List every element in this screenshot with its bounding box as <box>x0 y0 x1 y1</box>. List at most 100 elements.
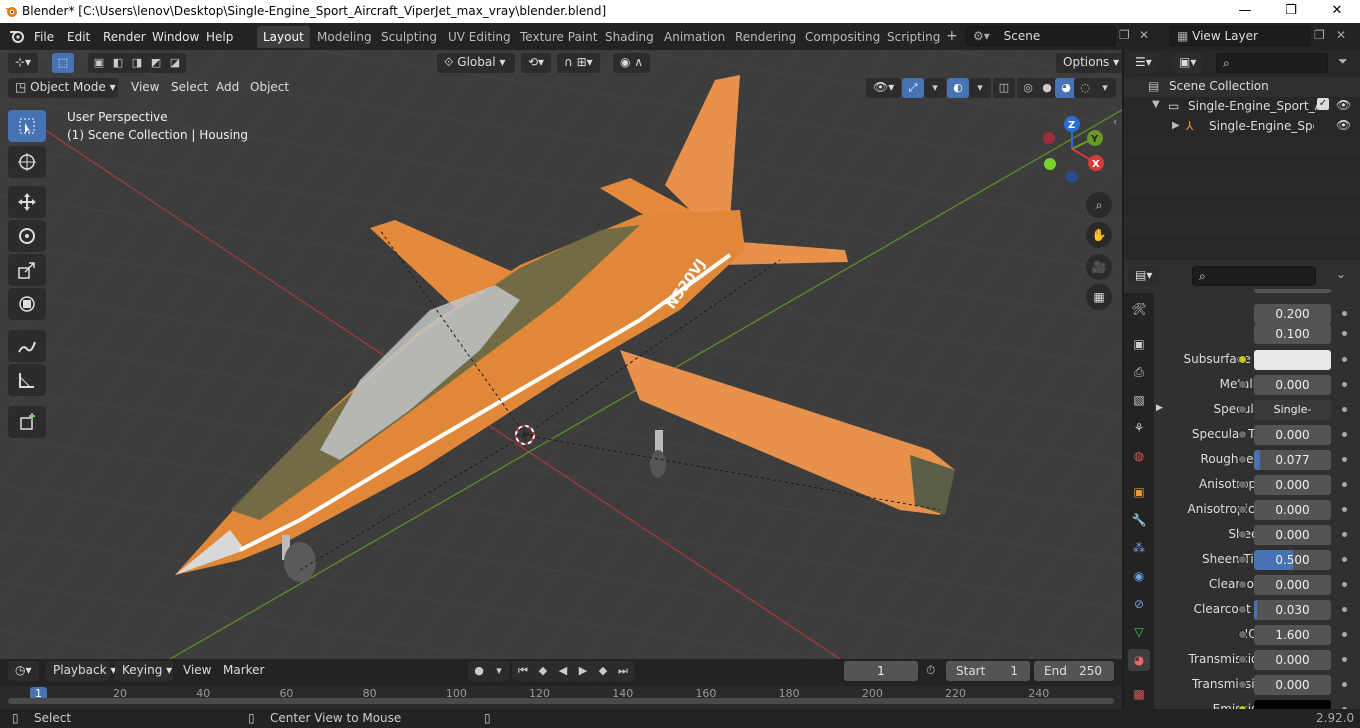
minimize-button[interactable]: — <box>1222 0 1268 23</box>
close-button[interactable]: ✕ <box>1314 0 1360 23</box>
keying-menu[interactable]: Keying ▾ <box>115 661 173 681</box>
socket-dot-icon[interactable] <box>1238 655 1247 664</box>
tab-sculpting[interactable]: Sculpting <box>375 26 443 48</box>
record-icon[interactable]: ● <box>468 661 490 681</box>
material-tab[interactable]: ◕ <box>1128 649 1150 671</box>
menu-edit[interactable]: Edit <box>61 28 96 46</box>
new-scene-icon[interactable]: ❐ <box>1119 28 1130 42</box>
zoom-view-button[interactable]: ⌕ <box>1086 192 1112 218</box>
socket-dot-icon[interactable] <box>1238 430 1247 439</box>
socket-dot-icon[interactable] <box>1238 555 1247 564</box>
navigation-gizmo[interactable]: Z Y X <box>1030 114 1110 194</box>
viewport-menu-select[interactable]: Select <box>164 78 215 98</box>
keyframe-dot[interactable] <box>1342 457 1347 462</box>
keyframe-dot[interactable] <box>1342 357 1347 362</box>
timeline-view-menu[interactable]: View <box>176 661 218 681</box>
gizmo-dropdown-icon[interactable]: ▾ <box>924 78 946 98</box>
menu-help[interactable]: Help <box>200 28 239 46</box>
remove-view-layer-icon[interactable]: ✕ <box>1336 28 1346 42</box>
filter-icon[interactable]: ⏷ <box>1338 54 1348 69</box>
start-frame-field[interactable]: Start 1 <box>946 661 1030 681</box>
scene-tab[interactable]: ⚘ <box>1128 417 1150 439</box>
render-tab[interactable]: ▣ <box>1128 333 1150 355</box>
value-field[interactable]: 0.200 <box>1254 304 1331 324</box>
remove-scene-icon[interactable]: ✕ <box>1139 28 1149 42</box>
value-field[interactable]: 0.000 <box>1254 525 1331 545</box>
current-frame-field[interactable]: 1 <box>844 661 918 681</box>
modifier-tab[interactable]: 🔧 <box>1128 509 1150 531</box>
gizmo-toggle-icon[interactable]: ⤢ <box>902 78 924 98</box>
physics-tab[interactable]: ◉ <box>1128 565 1150 587</box>
value-field[interactable]: 0.000 <box>1254 375 1331 395</box>
visibility-eye-icon[interactable]: 👁 <box>1336 98 1351 112</box>
gizmo-neg-z[interactable] <box>1066 171 1078 183</box>
transform-tool[interactable] <box>8 288 46 320</box>
menu-window[interactable]: Window <box>146 28 205 46</box>
outliner-row-collection[interactable]: ▼ ▭ Single-Engine_Sport_Airc ✓ 👁 <box>1124 97 1360 117</box>
tab-modeling[interactable]: Modeling <box>311 26 378 48</box>
menu-file[interactable]: File <box>28 28 60 46</box>
value-field[interactable]: 0.000 <box>1254 500 1331 520</box>
timeline-marker-menu[interactable]: Marker <box>216 661 271 681</box>
viewport-menu-add[interactable]: Add <box>209 78 246 98</box>
next-keyframe-icon[interactable]: ◆ <box>592 661 614 681</box>
particles-tab[interactable]: ⁂ <box>1128 537 1150 559</box>
value-field[interactable]: 0.000 <box>1254 650 1331 670</box>
value-field[interactable]: 0.100 <box>1254 324 1331 344</box>
overlay-dropdown-icon[interactable]: ▾ <box>969 78 991 98</box>
jump-start-icon[interactable]: ⏮ <box>512 661 534 681</box>
tool-tab[interactable]: 🛠 <box>1128 298 1150 320</box>
socket-dot-icon[interactable] <box>1238 580 1247 589</box>
keyframe-dot[interactable] <box>1342 632 1347 637</box>
prev-keyframe-icon[interactable]: ◆ <box>532 661 554 681</box>
add-cube-tool[interactable] <box>8 406 46 438</box>
overlay-toggle-icon[interactable]: ◐ <box>947 78 969 98</box>
properties-editor[interactable]: ▤▾ ⌕ ⌄ 🛠 ▣ ⎙ ▧ ⚘ ◍ ▣ 🔧 ⁂ ◉ ⊘ ▽ ◕ ▩ 0.200… <box>1124 263 1360 720</box>
keyframe-dot[interactable] <box>1342 532 1347 537</box>
value-field[interactable]: 0.077 <box>1254 450 1331 470</box>
tab-rendering[interactable]: Rendering <box>729 26 802 48</box>
outliner-search-input[interactable]: ⌕ <box>1216 53 1328 73</box>
timeline[interactable]: ◷▾ Playback ▾ Keying ▾ View Marker ● ▾ ⏮… <box>0 659 1122 709</box>
socket-dot-icon[interactable] <box>1238 380 1247 389</box>
stopwatch-icon[interactable]: ⏱ <box>926 663 935 678</box>
tab-shading[interactable]: Shading <box>599 26 660 48</box>
keyframe-dot[interactable] <box>1342 557 1347 562</box>
keyframe-dot[interactable] <box>1342 482 1347 487</box>
expand-arrow-icon[interactable]: ▶ <box>1156 403 1163 413</box>
blender-menu-icon[interactable] <box>9 29 25 43</box>
properties-search-input[interactable]: ⌕ <box>1192 266 1316 286</box>
value-field[interactable]: Single-Engine... <box>1254 400 1331 420</box>
visibility-eye-icon[interactable]: 👁 <box>1336 118 1351 132</box>
keyframe-dot[interactable] <box>1342 682 1347 687</box>
value-field[interactable]: 0.000 <box>1254 675 1331 695</box>
play-reverse-icon[interactable]: ◀ <box>552 661 574 681</box>
world-tab[interactable]: ◍ <box>1128 445 1150 467</box>
output-tab[interactable]: ⎙ <box>1128 361 1150 383</box>
xray-toggle-icon[interactable]: ◫ <box>993 78 1015 98</box>
playback-menu[interactable]: Playback ▾ <box>46 661 116 681</box>
view-layer-tab[interactable]: ▧ <box>1128 389 1150 411</box>
keyframe-dot[interactable] <box>1342 657 1347 662</box>
collapse-arrow-icon[interactable]: ▼ <box>1152 99 1160 110</box>
keyframe-dot[interactable] <box>1342 331 1347 336</box>
move-tool[interactable] <box>8 186 46 218</box>
mode-dropdown[interactable]: ◳ Object Mode ▾ <box>8 78 118 98</box>
socket-dot-icon[interactable] <box>1238 630 1247 639</box>
add-workspace-icon[interactable]: + <box>946 28 958 44</box>
socket-dot-icon[interactable] <box>1238 455 1247 464</box>
sidebar-toggle-icon[interactable]: ‹ <box>1113 115 1117 128</box>
value-field[interactable]: 0.030 <box>1254 600 1331 620</box>
constraints-tab[interactable]: ⊘ <box>1128 593 1150 615</box>
end-frame-field[interactable]: End 250 <box>1034 661 1114 681</box>
measure-tool[interactable] <box>8 364 46 396</box>
keyframe-dot[interactable] <box>1342 432 1347 437</box>
maximize-button[interactable]: ❐ <box>1268 0 1314 23</box>
record-dropdown-icon[interactable]: ▾ <box>488 661 510 681</box>
tab-compositing[interactable]: Compositing <box>799 26 886 48</box>
object-tab[interactable]: ▣ <box>1128 481 1150 503</box>
cursor-tool[interactable] <box>8 146 46 178</box>
value-field[interactable]: 0.000 <box>1254 425 1331 445</box>
tab-uv-editing[interactable]: UV Editing <box>442 26 517 48</box>
value-field[interactable] <box>1254 350 1331 370</box>
